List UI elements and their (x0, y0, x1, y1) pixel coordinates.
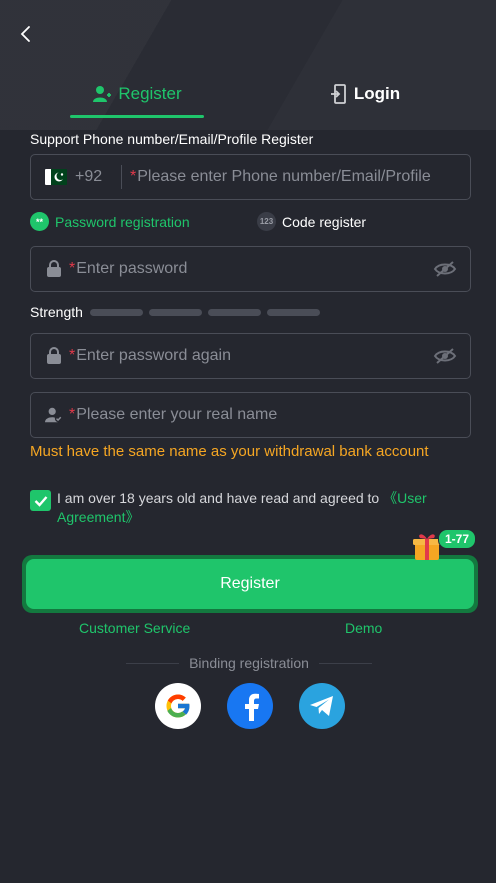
agreement-label: I am over 18 years old and have read and… (57, 490, 384, 506)
phone-input[interactable] (137, 155, 470, 199)
eye-off-icon[interactable] (432, 256, 458, 282)
password-again-field: * (30, 333, 471, 379)
field-divider (121, 165, 122, 189)
required-mark: * (69, 347, 76, 364)
required-mark: * (69, 406, 76, 423)
lock-icon (45, 260, 63, 278)
password-mode-icon: ** (30, 212, 49, 231)
code-mode-icon: 123 (257, 212, 276, 231)
password-field: * (30, 246, 471, 292)
strength-bar (89, 308, 143, 316)
back-button[interactable] (14, 22, 36, 46)
registration-mode-row: ** Password registration 123 Code regist… (30, 212, 471, 234)
eye-off-icon[interactable] (432, 343, 458, 369)
facebook-icon[interactable] (227, 683, 273, 729)
active-tab-indicator (70, 115, 204, 118)
strength-label: Strength (30, 304, 83, 320)
strength-bar (207, 308, 261, 316)
chevron-left-icon (20, 26, 30, 42)
google-icon[interactable] (155, 683, 201, 729)
divider-line (318, 662, 373, 664)
footer-links: Customer Service Demo (0, 620, 496, 638)
agreement-text: I am over 18 years old and have read and… (57, 489, 470, 527)
user-add-icon (93, 86, 112, 102)
login-door-icon (330, 84, 346, 104)
tab-register-label: Register (118, 84, 182, 103)
tab-register[interactable]: Register (70, 70, 204, 118)
password-strength: Strength (30, 304, 326, 320)
divider-line (126, 662, 180, 664)
country-code[interactable]: +92 (75, 168, 117, 186)
promo-badge: 1-77 (438, 529, 477, 549)
name-warning: Must have the same name as your withdraw… (30, 443, 429, 460)
lock-icon (45, 347, 63, 365)
register-button[interactable]: Register (26, 559, 474, 609)
strength-bar (148, 308, 202, 316)
code-register-option[interactable]: 123 Code register (257, 212, 366, 231)
user-check-icon (45, 406, 63, 424)
password-again-input[interactable] (76, 334, 432, 378)
phone-field: +92 * (30, 154, 471, 200)
customer-service-link[interactable]: Customer Service (79, 620, 190, 636)
demo-link[interactable]: Demo (345, 620, 382, 636)
social-login-row (155, 683, 345, 731)
tab-login-label: Login (353, 84, 401, 103)
support-label: Support Phone number/Email/Profile Regis… (30, 131, 314, 147)
check-icon (34, 495, 47, 507)
required-mark: * (69, 260, 76, 277)
auth-tabs: Register Login (0, 70, 496, 118)
agreement-row: I am over 18 years old and have read and… (30, 489, 470, 527)
telegram-icon[interactable] (299, 683, 345, 729)
binding-registration-label: Binding registration (189, 655, 309, 671)
strength-bar (266, 308, 320, 316)
code-register-label: Code register (282, 213, 367, 230)
tab-login[interactable]: Login (310, 70, 420, 118)
password-input[interactable] (76, 247, 432, 291)
password-registration-label: Password registration (55, 213, 190, 230)
password-registration-option[interactable]: ** Password registration (30, 212, 190, 231)
pakistan-flag-icon[interactable] (45, 169, 67, 185)
real-name-input[interactable] (76, 393, 470, 437)
register-button-frame: Register (22, 555, 478, 613)
agreement-checkbox[interactable] (30, 490, 51, 511)
binding-registration-divider: Binding registration (126, 655, 373, 671)
required-mark: * (130, 168, 137, 185)
real-name-field: * (30, 392, 471, 438)
